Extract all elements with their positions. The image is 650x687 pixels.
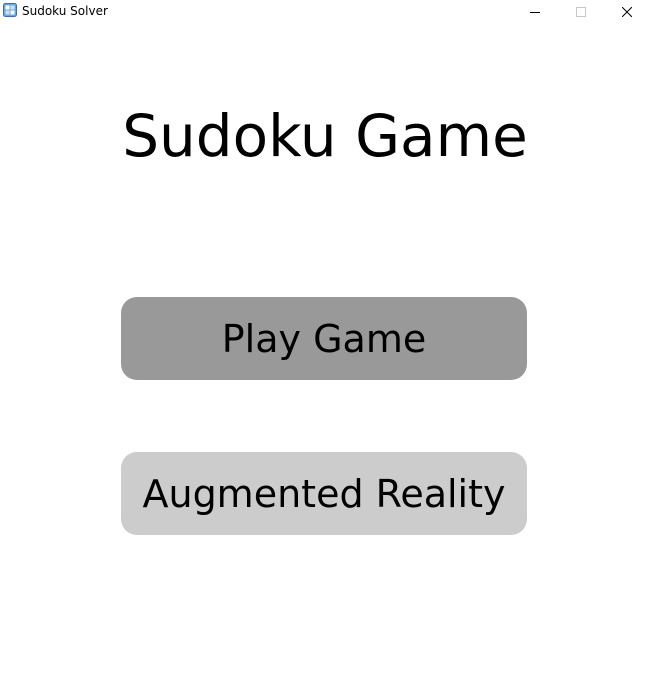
close-icon	[622, 7, 632, 17]
close-button[interactable]	[604, 0, 650, 24]
title-bar[interactable]: Sudoku Solver	[0, 0, 650, 24]
minimize-button[interactable]	[512, 0, 558, 24]
page-title: Sudoku Game	[122, 102, 528, 170]
sudoku-app-icon	[3, 3, 17, 17]
window-title: Sudoku Solver	[22, 4, 108, 18]
app-window: Sudoku Solver Sudoku Game Play Game Augm…	[0, 0, 650, 687]
minimize-icon	[530, 12, 540, 13]
play-game-button[interactable]: Play Game	[121, 297, 527, 380]
augmented-reality-button[interactable]: Augmented Reality	[121, 452, 527, 535]
maximize-icon	[576, 7, 586, 17]
maximize-button[interactable]	[558, 0, 604, 24]
